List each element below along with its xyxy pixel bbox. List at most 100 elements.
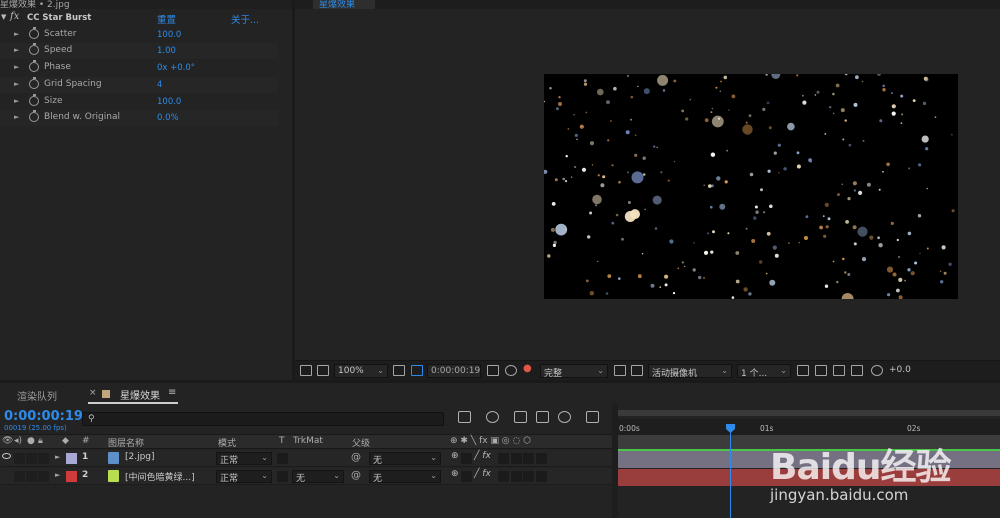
close-icon[interactable]: × [89,388,97,398]
lock-toggle[interactable] [38,453,49,464]
region-of-interest-icon[interactable] [411,365,423,376]
motion-blur-switch[interactable] [511,471,522,482]
panel-menu-icon[interactable]: ≡ [168,387,176,398]
stopwatch-icon[interactable] [29,110,39,122]
table-row[interactable]: ► 1 [2.jpg] 正常 ⌄ @ 无 ⌄ ⊕ ╱ fx [0,450,612,467]
timeline-current-time[interactable]: 0:00:00:19 [4,409,83,424]
stopwatch-icon[interactable] [29,94,39,106]
shy-switch-icon[interactable]: ⊕ [451,469,459,479]
solo-toggle[interactable] [26,471,37,482]
camera-dropdown[interactable]: 活动摄像机 ⌄ [648,364,732,379]
motion-blur-switch[interactable] [511,453,522,464]
shy-layers-icon[interactable] [514,411,527,423]
property-value[interactable]: 0.0% [157,113,179,123]
reset-exposure-icon[interactable] [871,365,883,376]
stopwatch-icon[interactable] [29,43,39,55]
expand-triangle-icon[interactable]: ► [14,63,19,71]
stopwatch-icon[interactable] [29,60,39,72]
mode-dropdown[interactable]: 正常 ⌄ [216,470,272,484]
region-icon[interactable] [614,365,626,376]
motion-blur-icon[interactable] [558,411,571,423]
fx-icon[interactable]: fx [10,11,19,22]
playhead-line[interactable] [730,427,731,518]
parent-pickwhip-icon[interactable]: @ [351,470,361,481]
quality-switch-icon[interactable]: ╱ fx [474,469,491,479]
expand-triangle-icon[interactable]: ► [55,453,60,461]
always-preview-icon[interactable] [300,365,312,376]
property-value[interactable]: 100.0 [157,97,181,107]
fast-preview-icon[interactable] [815,365,827,376]
zoom-dropdown[interactable]: 100% ⌄ [334,364,388,378]
fit-icon[interactable] [393,365,405,376]
parent-pickwhip-icon[interactable]: @ [351,452,361,463]
property-value[interactable]: 100.0 [157,30,181,40]
composition-mini-flowchart-icon[interactable] [458,411,471,423]
preserve-transparency-toggle[interactable] [277,471,288,482]
quality-switch-icon[interactable]: ╱ fx [474,451,491,461]
lock-toggle[interactable] [38,471,49,482]
audio-icon[interactable]: ◂) [14,436,22,446]
camera-snapshot-icon[interactable] [487,365,499,376]
timeline-icon[interactable] [833,365,845,376]
composition-tab[interactable]: 星爆效果 [313,0,375,10]
3d-layer-switch[interactable] [536,471,547,482]
composition-canvas[interactable] [544,74,958,299]
toggle-pixel-aspect-icon[interactable] [797,365,809,376]
eye-icon[interactable]: 👁 [2,436,13,446]
lock-icon[interactable]: 🔒︎ [38,436,43,446]
audio-toggle[interactable] [14,471,25,482]
adjustment-layer-switch[interactable] [523,453,534,464]
show-snapshot-icon[interactable] [505,365,517,376]
frame-blend-switch[interactable] [498,471,509,482]
frame-blend-switch[interactable] [498,453,509,464]
shy-switch-icon[interactable]: ⊕ [451,451,459,461]
tab-composition[interactable]: 星爆效果 [120,387,160,402]
draft-3d-icon[interactable] [486,411,499,423]
property-value[interactable]: 4 [157,80,162,90]
solo-icon[interactable]: ● [27,436,35,446]
transparency-grid-icon[interactable] [631,365,643,376]
mode-dropdown[interactable]: 正常 ⌄ [216,452,272,466]
current-time-display[interactable]: 0:00:00:19 [427,364,481,378]
expand-triangle-icon[interactable]: ► [14,30,19,38]
adjustment-layer-switch[interactable] [523,471,534,482]
preserve-transparency-toggle[interactable] [277,453,288,464]
column-layer-name[interactable]: 图层名称 [108,436,144,449]
audio-toggle[interactable] [14,453,25,464]
expand-triangle-icon[interactable]: ► [14,97,19,105]
expand-triangle-icon[interactable]: ► [14,80,19,88]
expand-triangle-icon[interactable]: ► [14,113,19,121]
about-link[interactable]: 关于... [231,12,259,26]
layer-name[interactable]: [2.jpg] [125,452,155,462]
layer-search-input[interactable]: ⚲ [82,412,444,426]
collapse-switch[interactable] [461,471,472,482]
parent-dropdown[interactable]: 无 ⌄ [369,470,441,484]
layer-label-color[interactable] [66,453,77,464]
expand-triangle-icon[interactable]: ► [14,46,19,54]
property-value[interactable]: 0x +0.0° [157,63,195,73]
stopwatch-icon[interactable] [29,27,39,39]
label-tag-icon[interactable]: ◆ [62,436,69,446]
3d-layer-switch[interactable] [536,453,547,464]
expand-triangle-icon[interactable]: ► [55,471,60,479]
tab-render-queue[interactable]: 渲染队列 [17,388,57,403]
collapse-switch[interactable] [461,453,472,464]
layer-label-color[interactable] [66,471,77,482]
property-value[interactable]: 1.00 [157,46,176,56]
parent-dropdown[interactable]: 无 ⌄ [369,452,441,466]
graph-editor-icon[interactable] [586,411,599,423]
effect-collapse-triangle-icon[interactable]: ▼ [1,13,6,21]
flowchart-icon[interactable] [851,365,863,376]
stopwatch-icon[interactable] [29,77,39,89]
layer-name[interactable]: [中间色暗黄绿...] [125,470,195,483]
exposure-value[interactable]: +0.0 [889,365,911,375]
frame-blending-icon[interactable] [536,411,549,423]
monitor-icon[interactable] [317,365,329,376]
reset-link[interactable]: 重置 [157,12,176,26]
channels-icon[interactable]: ● [523,363,532,374]
trkmat-dropdown[interactable]: 无 ⌄ [292,470,344,484]
table-row[interactable]: ► 2 [中间色暗黄绿...] 正常 ⌄ 无 ⌄ @ 无 ⌄ ⊕ ╱ fx [0,468,612,485]
resolution-dropdown[interactable]: 完整 ⌄ [540,364,608,379]
solo-toggle[interactable] [26,453,37,464]
visibility-eye-icon[interactable] [2,453,11,459]
